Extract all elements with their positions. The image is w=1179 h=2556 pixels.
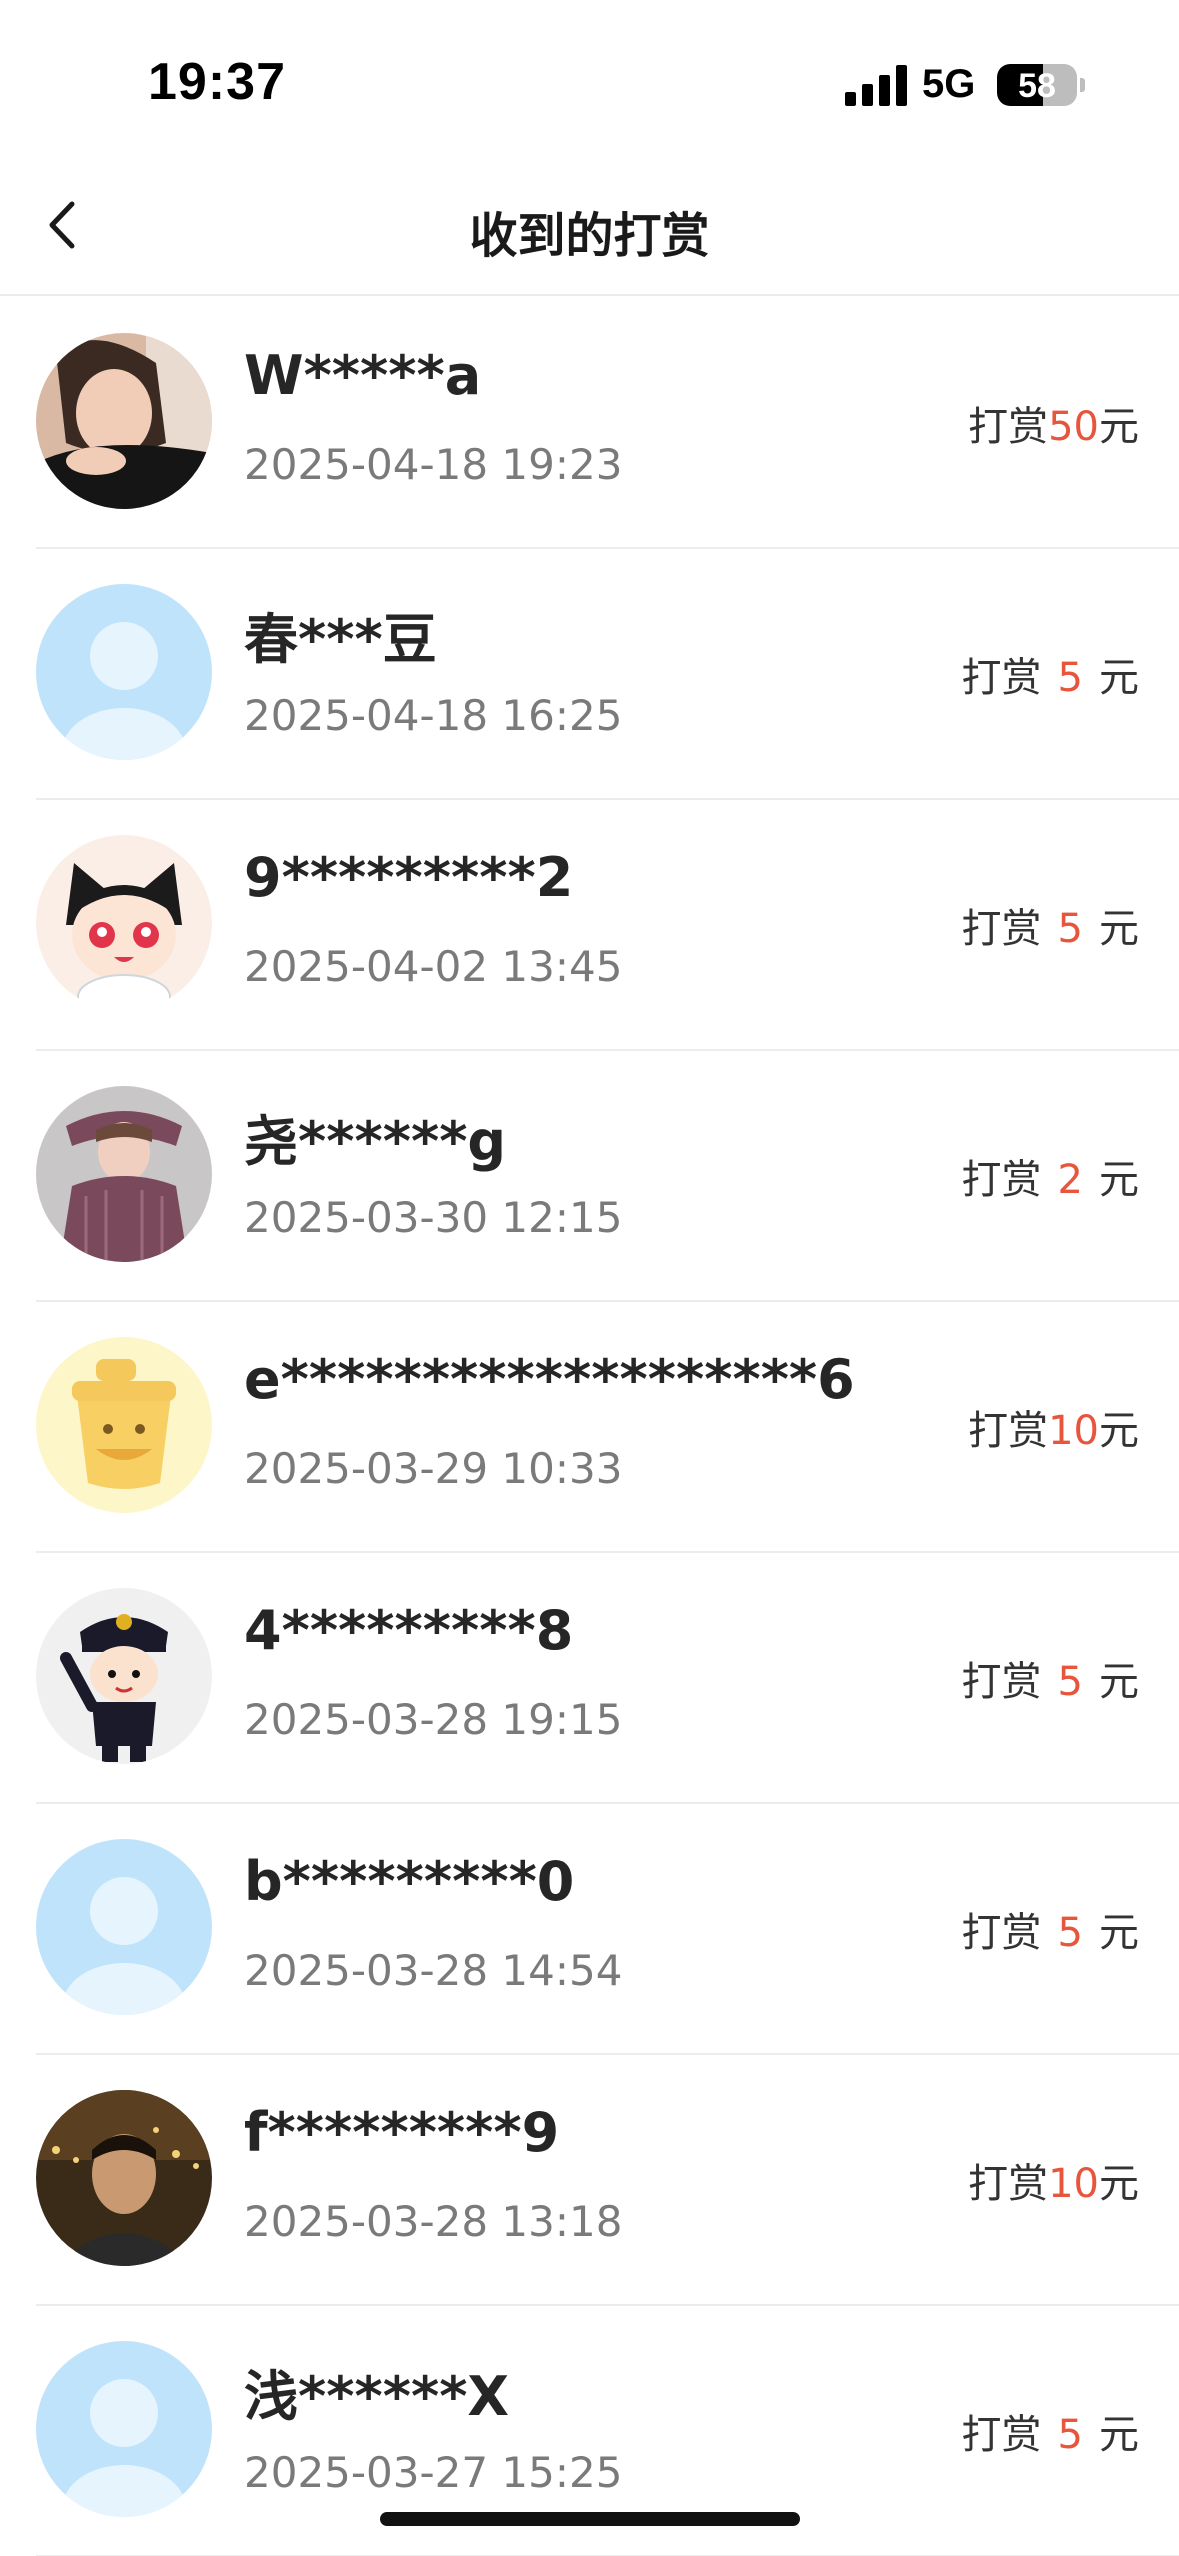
currency-unit: 元 xyxy=(1099,906,1139,952)
avatar[interactable] xyxy=(36,1588,212,1764)
avatar[interactable] xyxy=(36,1839,212,2015)
reward-amount-label: 打赏 5 元 xyxy=(962,896,1139,954)
donor-name: 4*********8 xyxy=(244,1599,574,1662)
avatar[interactable] xyxy=(36,835,212,1011)
network-type: 5G xyxy=(922,62,976,106)
reward-prefix: 打赏 xyxy=(961,906,1042,952)
currency-unit: 元 xyxy=(1099,404,1139,450)
reward-list: W*****a 2025-04-18 19:23 打赏50元 春***豆 2025-04… xyxy=(0,298,1179,2556)
donor-name: f*********9 xyxy=(244,2101,560,2164)
reward-amount-label: 打赏10元 xyxy=(968,2151,1139,2209)
reward-amount: 2 xyxy=(1057,1157,1083,1203)
reward-amount-label: 打赏 5 元 xyxy=(962,1649,1139,1707)
avatar[interactable] xyxy=(36,2341,212,2517)
avatar[interactable] xyxy=(36,1337,212,1513)
reward-list-item[interactable]: b*********0 2025-03-28 14:54 打赏 5 元 xyxy=(36,1804,1179,2055)
reward-timestamp: 2025-03-28 19:15 xyxy=(244,1695,623,1744)
navigation-bar: 收到的打赏 xyxy=(0,170,1179,296)
battery-cap xyxy=(1080,78,1085,92)
reward-prefix: 打赏 xyxy=(961,1157,1042,1203)
currency-unit: 元 xyxy=(1099,1408,1139,1454)
reward-list-item[interactable]: W*****a 2025-04-18 19:23 打赏50元 xyxy=(36,298,1179,549)
reward-timestamp: 2025-04-18 19:23 xyxy=(244,440,623,489)
reward-amount: 5 xyxy=(1057,655,1083,701)
reward-amount: 5 xyxy=(1057,1659,1083,1705)
avatar[interactable] xyxy=(36,333,212,509)
reward-timestamp: 2025-03-29 10:33 xyxy=(244,1444,623,1493)
reward-amount-label: 打赏50元 xyxy=(968,394,1139,452)
donor-name: W*****a xyxy=(244,344,482,407)
reward-prefix: 打赏 xyxy=(961,1659,1042,1705)
reward-prefix: 打赏 xyxy=(968,1408,1049,1454)
reward-timestamp: 2025-04-02 13:45 xyxy=(244,942,623,991)
currency-unit: 元 xyxy=(1099,1910,1139,1956)
donor-name: e*******************6 xyxy=(244,1348,855,1411)
currency-unit: 元 xyxy=(1099,2161,1139,2207)
reward-timestamp: 2025-03-28 13:18 xyxy=(244,2197,623,2246)
reward-timestamp: 2025-04-18 16:25 xyxy=(244,691,623,740)
reward-list-item[interactable]: e*******************6 2025-03-29 10:33 打赏1… xyxy=(36,1302,1179,1553)
currency-unit: 元 xyxy=(1099,1659,1139,1705)
battery-icon: 58 xyxy=(997,64,1077,106)
reward-timestamp: 2025-03-28 14:54 xyxy=(244,1946,623,1995)
avatar[interactable] xyxy=(36,584,212,760)
donor-name: 尧******g xyxy=(244,1110,507,1173)
currency-unit: 元 xyxy=(1099,2412,1139,2458)
reward-prefix: 打赏 xyxy=(961,2412,1042,2458)
reward-amount: 5 xyxy=(1057,906,1083,952)
reward-timestamp: 2025-03-30 12:15 xyxy=(244,1193,623,1242)
reward-amount-label: 打赏 5 元 xyxy=(962,645,1139,703)
reward-list-item[interactable]: 春***豆 2025-04-18 16:25 打赏 5 元 xyxy=(36,549,1179,800)
page-title: 收到的打赏 xyxy=(469,208,710,264)
reward-amount-label: 打赏10元 xyxy=(968,1398,1139,1456)
reward-amount: 5 xyxy=(1057,1910,1083,1956)
reward-amount: 10 xyxy=(1048,2161,1099,2207)
status-bar: 19:37 5G 58 xyxy=(0,0,1179,170)
avatar[interactable] xyxy=(36,2090,212,2266)
avatar[interactable] xyxy=(36,1086,212,1262)
reward-amount-label: 打赏 5 元 xyxy=(962,2402,1139,2460)
cellular-signal-icon xyxy=(845,64,907,106)
reward-amount: 5 xyxy=(1057,2412,1083,2458)
reward-amount: 10 xyxy=(1048,1408,1099,1454)
donor-name: 春***豆 xyxy=(244,608,437,671)
donor-name: 浅******X xyxy=(244,2365,510,2428)
reward-amount: 50 xyxy=(1048,404,1099,450)
donor-name: b*********0 xyxy=(244,1850,575,1913)
currency-unit: 元 xyxy=(1099,655,1139,701)
reward-prefix: 打赏 xyxy=(968,2161,1049,2207)
reward-list-item[interactable]: 尧******g 2025-03-30 12:15 打赏 2 元 xyxy=(36,1051,1179,1302)
reward-prefix: 打赏 xyxy=(961,1910,1042,1956)
reward-prefix: 打赏 xyxy=(968,404,1049,450)
reward-list-item[interactable]: 4*********8 2025-03-28 19:15 打赏 5 元 xyxy=(36,1553,1179,1804)
battery-percentage: 58 xyxy=(1018,67,1056,105)
reward-list-item[interactable]: 9*********2 2025-04-02 13:45 打赏 5 元 xyxy=(36,800,1179,1051)
donor-name: 9*********2 xyxy=(244,846,574,909)
reward-amount-label: 打赏 2 元 xyxy=(962,1147,1139,1205)
home-indicator[interactable] xyxy=(380,2512,800,2526)
reward-prefix: 打赏 xyxy=(961,655,1042,701)
status-time: 19:37 xyxy=(148,53,286,111)
reward-amount-label: 打赏 5 元 xyxy=(962,1900,1139,1958)
reward-list-item[interactable]: f*********9 2025-03-28 13:18 打赏10元 xyxy=(36,2055,1179,2306)
reward-timestamp: 2025-03-27 15:25 xyxy=(244,2448,623,2497)
currency-unit: 元 xyxy=(1099,1157,1139,1203)
